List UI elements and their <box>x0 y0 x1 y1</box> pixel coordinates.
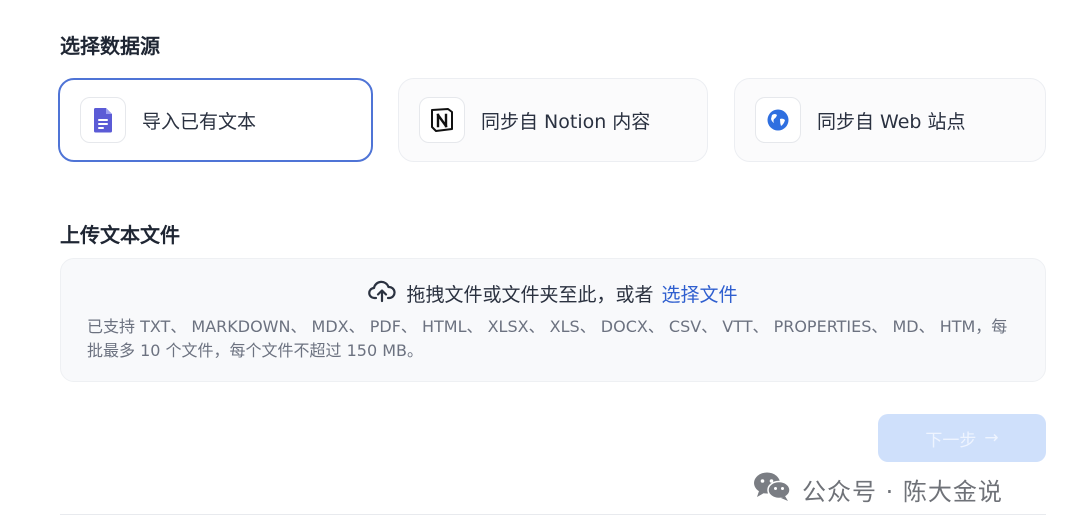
supported-formats-text: 已支持 TXT、 MARKDOWN、 MDX、 PDF、 HTML、 XLSX、… <box>87 317 1008 360</box>
drop-instruction-text: 拖拽文件或文件夹至此，或者 <box>406 284 654 306</box>
source-option-label: 同步自 Web 站点 <box>817 110 966 133</box>
select-source-title: 选择数据源 <box>60 34 160 58</box>
source-option-notion[interactable]: 同步自 Notion 内容 <box>398 78 708 162</box>
source-option-label: 导入已有文本 <box>142 110 257 133</box>
next-step-button[interactable]: 下一步 → <box>878 414 1046 462</box>
globe-icon <box>755 97 801 143</box>
source-option-label: 同步自 Notion 内容 <box>481 110 651 133</box>
arrow-right-icon: → <box>984 428 999 448</box>
bottom-divider <box>60 514 1046 515</box>
cloud-upload-icon <box>368 279 397 308</box>
upload-prompt: 拖拽文件或文件夹至此，或者 选择文件 <box>61 279 1045 308</box>
watermark: 公众号 · 陈大金说 <box>752 470 1003 508</box>
wechat-icon <box>752 470 792 508</box>
notion-icon <box>419 97 465 143</box>
watermark-text: 公众号 · 陈大金说 <box>802 477 1003 506</box>
next-step-label: 下一步 <box>925 430 977 451</box>
source-option-web-site[interactable]: 同步自 Web 站点 <box>734 78 1046 162</box>
file-drop-zone[interactable]: 拖拽文件或文件夹至此，或者 选择文件 已支持 TXT、 MARKDOWN、 MD… <box>60 258 1046 382</box>
upload-section-title: 上传文本文件 <box>60 223 180 247</box>
document-icon <box>80 97 126 143</box>
source-option-import-text[interactable]: 导入已有文本 <box>58 78 373 162</box>
select-file-link[interactable]: 选择文件 <box>662 280 738 307</box>
